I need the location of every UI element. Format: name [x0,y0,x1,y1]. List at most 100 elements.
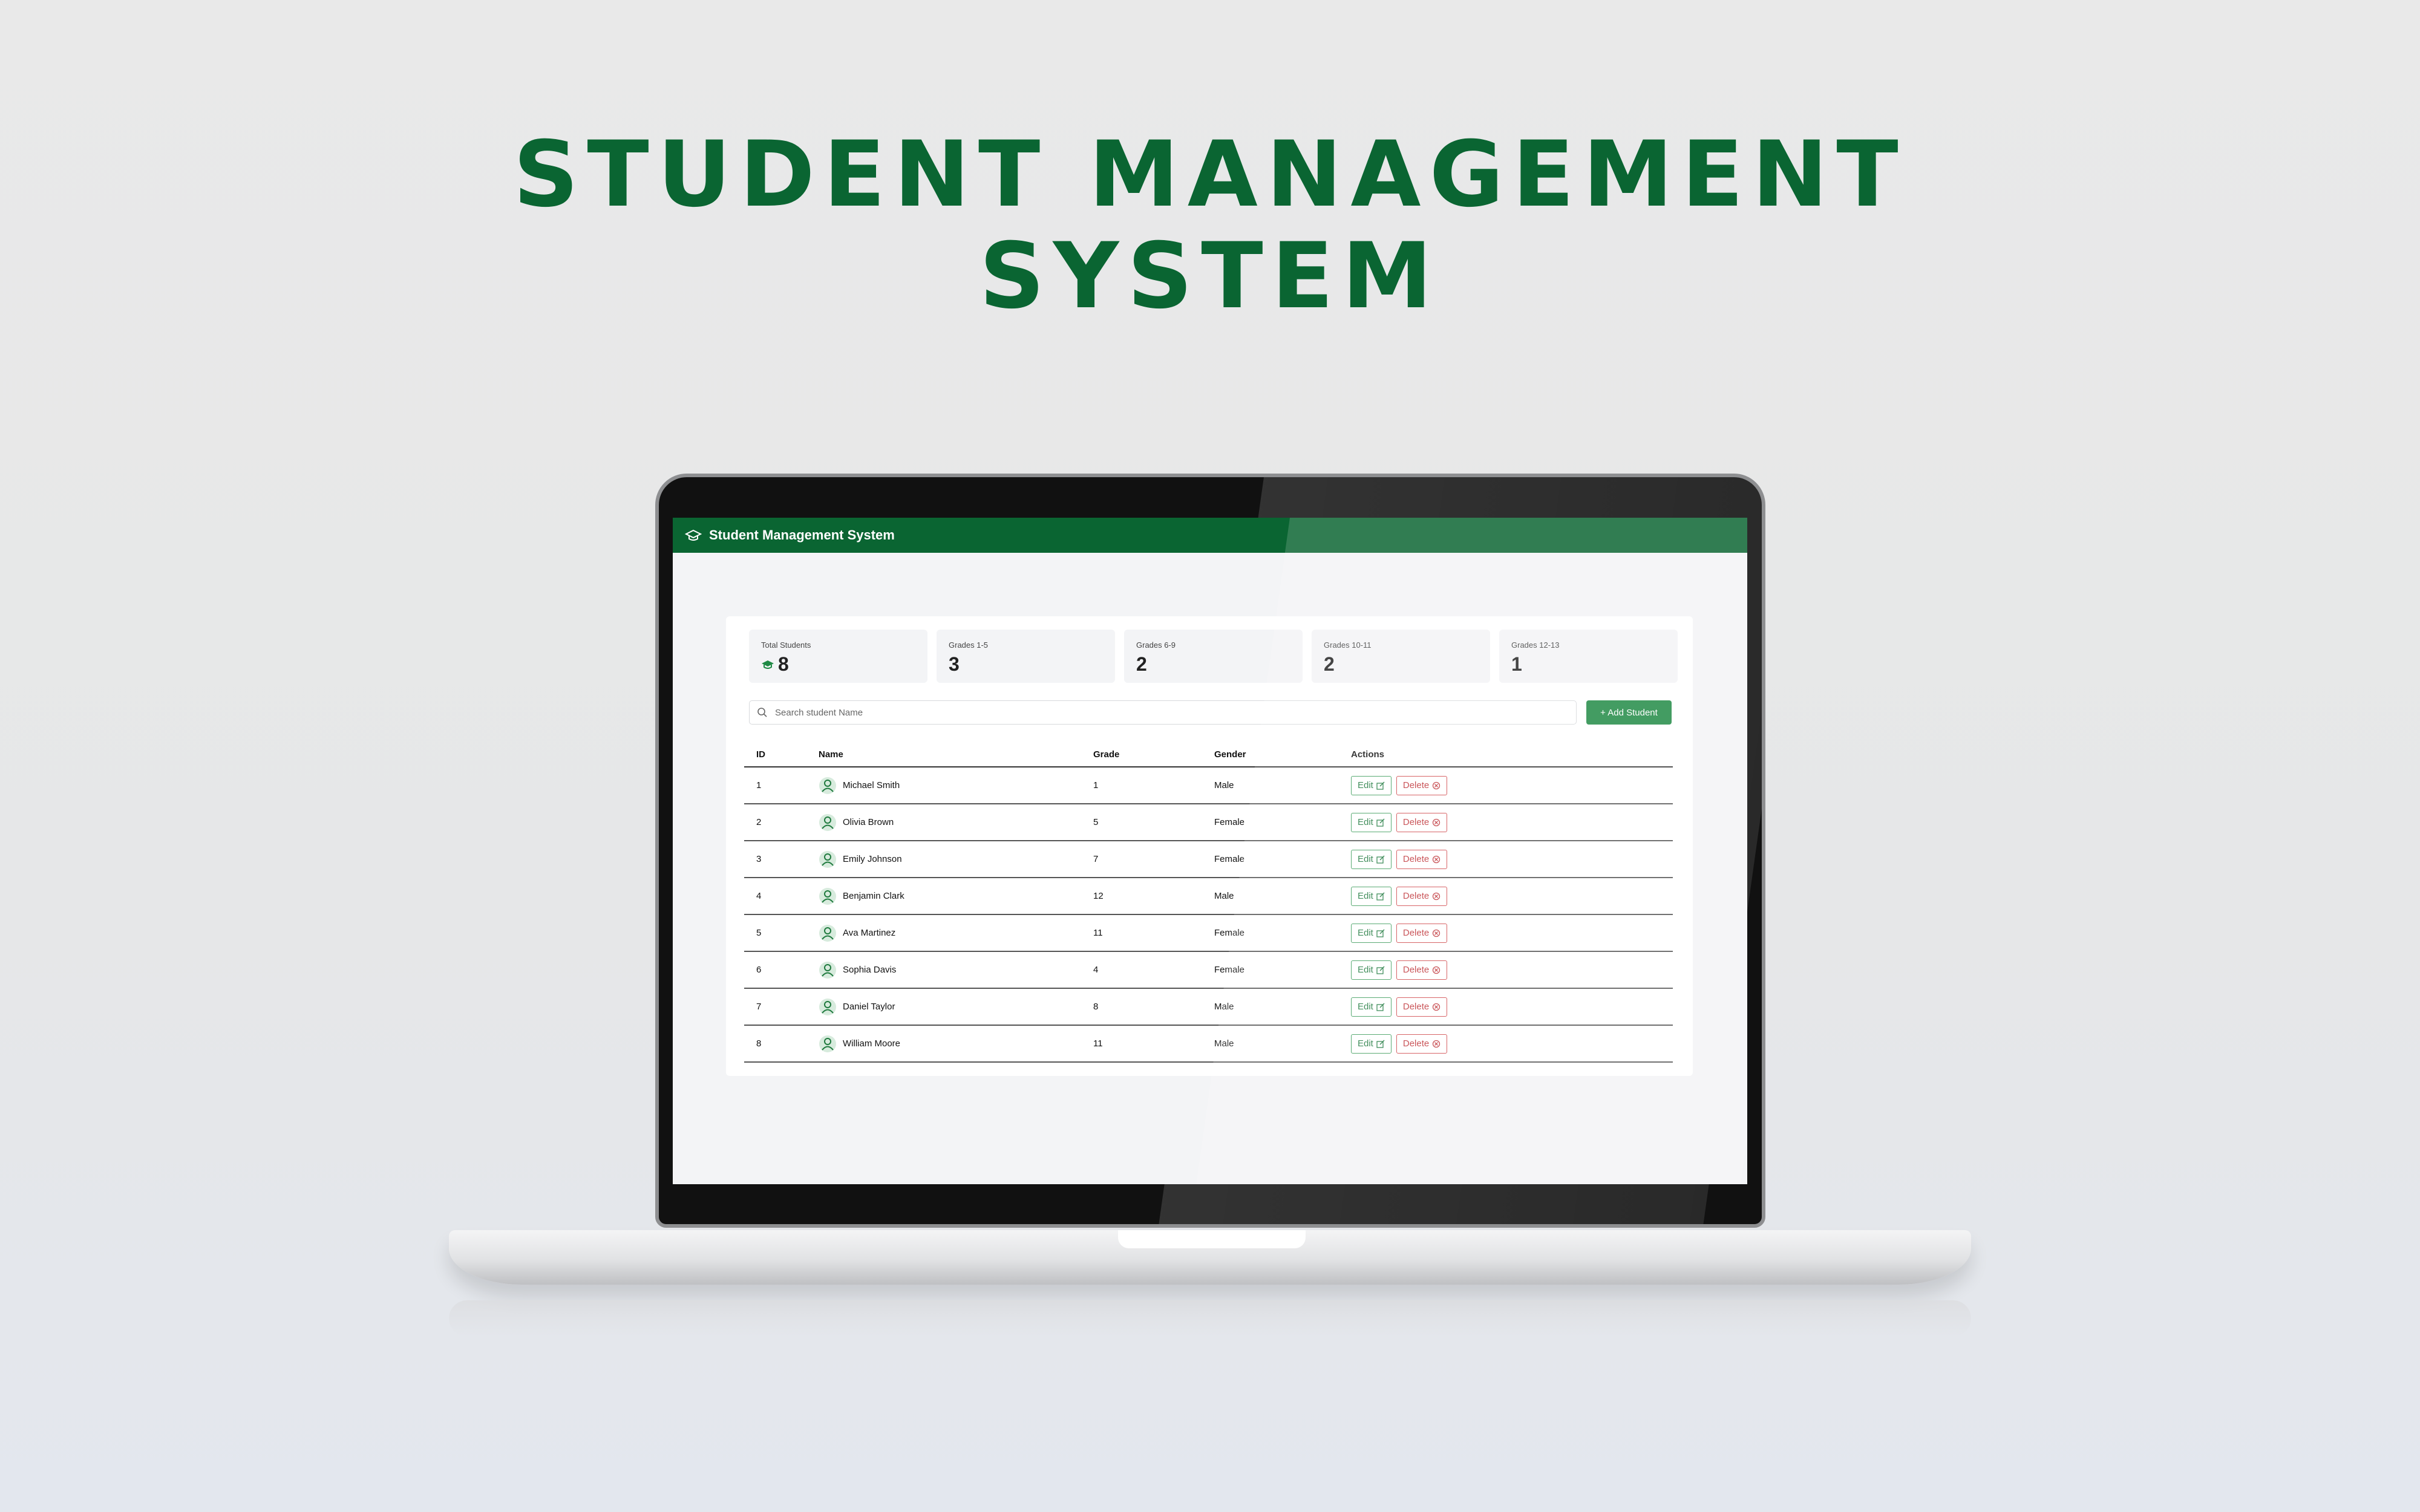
hero-title-line2: SYSTEM [979,224,1441,329]
cell-grade: 5 [1093,804,1214,841]
cell-grade: 11 [1093,1025,1214,1063]
student-name: Daniel Taylor [843,1002,895,1012]
edit-label: Edit [1358,928,1373,938]
edit-icon [1376,818,1385,827]
laptop-notch [1118,1230,1306,1248]
edit-button[interactable]: Edit [1351,923,1392,943]
add-student-button[interactable]: + Add Student [1586,700,1672,725]
cell-actions: Edit Delete [1351,767,1673,804]
header-actions: Actions [1351,742,1673,767]
stat-total-students: Total Students 8 [749,630,927,683]
table-row: 7 Daniel Taylor 8 Male Edit Delete [744,988,1673,1026]
table-row: 5 Ava Martinez 11 Female Edit Delete [744,914,1673,952]
user-avatar-icon [819,813,836,831]
graduation-cap-icon [762,660,774,669]
edit-icon [1376,965,1385,974]
search-box[interactable] [749,700,1577,725]
edit-icon [1376,928,1385,937]
laptop-base [449,1230,1971,1285]
delete-icon [1433,1003,1441,1011]
delete-button[interactable]: Delete [1396,923,1448,943]
search-input[interactable] [774,706,1563,719]
edit-button[interactable]: Edit [1351,849,1392,869]
edit-icon [1376,891,1385,901]
edit-icon [1376,1002,1385,1011]
cell-id: 4 [744,878,819,915]
edit-label: Edit [1358,891,1373,901]
delete-button[interactable]: Delete [1396,1034,1448,1054]
edit-button[interactable]: Edit [1351,1034,1392,1054]
header-name[interactable]: Name [819,742,1093,767]
student-name: Emily Johnson [843,854,902,864]
cell-grade: 7 [1093,841,1214,878]
edit-icon [1376,1039,1385,1048]
user-avatar-icon [819,961,836,979]
delete-icon [1433,781,1441,789]
cell-gender: Male [1214,767,1351,804]
user-avatar-icon [819,924,836,942]
delete-label: Delete [1402,965,1430,975]
cell-actions: Edit Delete [1351,1025,1673,1063]
table-row: 1 Michael Smith 1 Male Edit Delete [744,767,1673,804]
hero-title: STUDENT MANAGEMENT SYSTEM [0,124,2420,327]
edit-label: Edit [1358,965,1373,975]
cell-actions: Edit Delete [1351,841,1673,878]
delete-label: Delete [1402,1002,1430,1012]
cell-gender: Male [1214,1025,1351,1063]
edit-button[interactable]: Edit [1351,997,1392,1017]
delete-label: Delete [1402,928,1430,938]
delete-button[interactable]: Delete [1396,886,1448,906]
delete-label: Delete [1402,891,1430,901]
edit-icon [1376,781,1385,790]
delete-button[interactable]: Delete [1396,960,1448,980]
laptop-reflection [449,1300,1971,1337]
cell-actions: Edit Delete [1351,878,1673,915]
cell-name: Michael Smith [819,767,1093,804]
user-avatar-icon [819,777,836,794]
delete-button[interactable]: Delete [1396,812,1448,832]
stat-label: Grades 12-13 [1511,640,1560,650]
stats-row: Total Students 8 Grades 1-5 3 Grades 6-9… [749,630,1678,683]
table-row: 3 Emily Johnson 7 Female Edit Delete [744,841,1673,878]
user-avatar-icon [819,850,836,868]
delete-button[interactable]: Delete [1396,997,1448,1017]
stat-value: 1 [1511,653,1522,675]
cell-actions: Edit Delete [1351,804,1673,841]
cell-id: 3 [744,841,819,878]
edit-button[interactable]: Edit [1351,886,1392,906]
cell-name: Benjamin Clark [819,878,1093,915]
cell-id: 2 [744,804,819,841]
cell-name: Daniel Taylor [819,988,1093,1026]
stat-value: 8 [778,653,789,675]
delete-label: Delete [1402,854,1430,864]
search-icon [757,708,767,717]
header-id[interactable]: ID [744,742,819,767]
table-row: 8 William Moore 11 Male Edit Delete [744,1025,1673,1063]
delete-button[interactable]: Delete [1396,849,1448,869]
cell-gender: Female [1214,951,1351,989]
delete-button[interactable]: Delete [1396,775,1448,795]
user-avatar-icon [819,1035,836,1052]
header-grade[interactable]: Grade [1093,742,1214,767]
delete-icon [1433,892,1441,900]
app-header: Student Management System [673,518,1747,553]
edit-button[interactable]: Edit [1351,960,1392,980]
student-name: Benjamin Clark [843,891,904,901]
cell-gender: Male [1214,878,1351,915]
cell-gender: Female [1214,841,1351,878]
cell-grade: 8 [1093,988,1214,1026]
header-gender[interactable]: Gender [1214,742,1351,767]
cell-actions: Edit Delete [1351,951,1673,989]
cell-actions: Edit Delete [1351,914,1673,952]
table-row: 4 Benjamin Clark 12 Male Edit Delete [744,878,1673,915]
cell-grade: 1 [1093,767,1214,804]
cell-grade: 4 [1093,951,1214,989]
edit-button[interactable]: Edit [1351,812,1392,832]
cell-id: 1 [744,767,819,804]
edit-button[interactable]: Edit [1351,775,1392,795]
stat-grades-10-11: Grades 10-11 2 [1312,630,1490,683]
stat-label: Grades 1-5 [949,640,989,650]
cell-grade: 12 [1093,878,1214,915]
table-row: 2 Olivia Brown 5 Female Edit Delete [744,804,1673,841]
delete-icon [1433,966,1441,974]
